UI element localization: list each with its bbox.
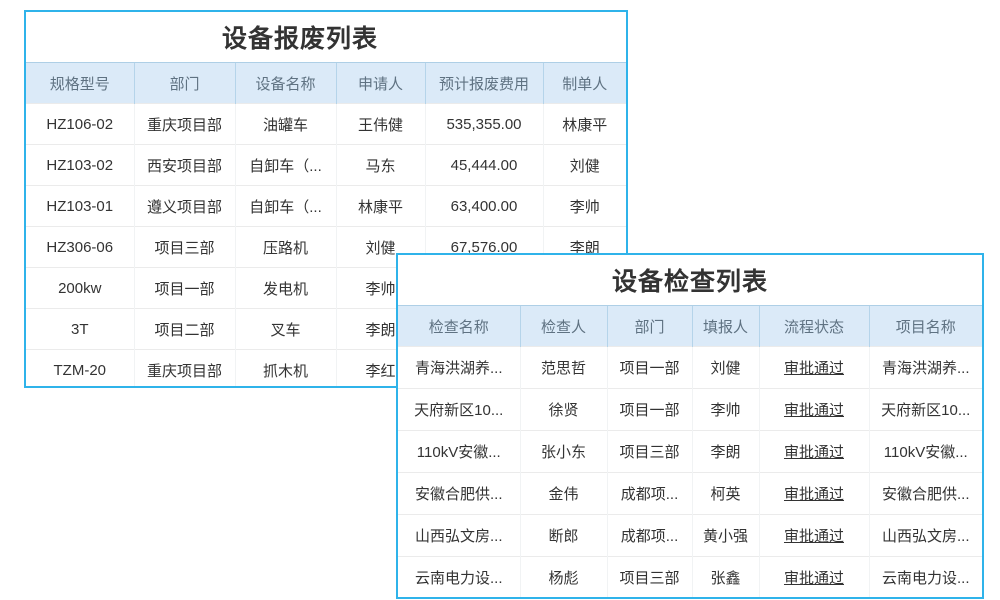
inspection-name-cell[interactable]: 110kV安徽... bbox=[398, 431, 520, 473]
inspector-cell: 范思哲 bbox=[520, 347, 607, 389]
filler-cell[interactable]: 柯英 bbox=[692, 473, 759, 515]
table-row: HZ103-01遵义项目部自卸车（...林康平63,400.00李帅 bbox=[26, 186, 626, 227]
equipment-name-cell[interactable]: 自卸车（... bbox=[235, 145, 336, 186]
inspector-cell: 张小东 bbox=[520, 431, 607, 473]
department-cell: 成都项... bbox=[607, 515, 692, 557]
spec-model-cell: 200kw bbox=[26, 268, 134, 309]
department-cell: 项目一部 bbox=[607, 389, 692, 431]
inspection-name-cell[interactable]: 青海洪湖养... bbox=[398, 347, 520, 389]
column-header-department: 部门 bbox=[134, 63, 235, 104]
inspection-table-grid: 检查名称检查人部门填报人流程状态项目名称青海洪湖养...范思哲项目一部刘健审批通… bbox=[398, 305, 982, 598]
filler-cell[interactable]: 李朗 bbox=[692, 431, 759, 473]
estimated-scrap-cost-cell: 45,444.00 bbox=[425, 145, 543, 186]
process-status-cell[interactable]: 审批通过 bbox=[759, 515, 869, 557]
filler-cell[interactable]: 张鑫 bbox=[692, 557, 759, 599]
table-row: 青海洪湖养...范思哲项目一部刘健审批通过青海洪湖养... bbox=[398, 347, 982, 389]
column-header-project-name: 项目名称 bbox=[869, 306, 982, 347]
creator-cell[interactable]: 李帅 bbox=[543, 186, 626, 227]
filler-cell[interactable]: 黄小强 bbox=[692, 515, 759, 557]
applicant-cell[interactable]: 林康平 bbox=[336, 186, 425, 227]
department-cell: 遵义项目部 bbox=[134, 186, 235, 227]
table-row: 110kV安徽...张小东项目三部李朗审批通过110kV安徽... bbox=[398, 431, 982, 473]
table-row: 山西弘文房...断郎成都项...黄小强审批通过山西弘文房... bbox=[398, 515, 982, 557]
header-row: 检查名称检查人部门填报人流程状态项目名称 bbox=[398, 306, 982, 347]
table-row: 天府新区10...徐贤项目一部李帅审批通过天府新区10... bbox=[398, 389, 982, 431]
creator-cell[interactable]: 刘健 bbox=[543, 145, 626, 186]
project-name-cell[interactable]: 青海洪湖养... bbox=[869, 347, 982, 389]
project-name-cell[interactable]: 山西弘文房... bbox=[869, 515, 982, 557]
department-cell: 项目三部 bbox=[607, 557, 692, 599]
inspector-cell: 徐贤 bbox=[520, 389, 607, 431]
column-header-estimated-scrap-cost: 预计报废费用 bbox=[425, 63, 543, 104]
spec-model-cell: HZ103-02 bbox=[26, 145, 134, 186]
process-status-cell[interactable]: 审批通过 bbox=[759, 473, 869, 515]
inspection-name-cell[interactable]: 天府新区10... bbox=[398, 389, 520, 431]
inspection-name-cell[interactable]: 安徽合肥供... bbox=[398, 473, 520, 515]
table-row: 安徽合肥供...金伟成都项...柯英审批通过安徽合肥供... bbox=[398, 473, 982, 515]
scrap-table-title: 设备报废列表 bbox=[26, 12, 626, 62]
table-row: HZ106-02重庆项目部油罐车王伟健535,355.00林康平 bbox=[26, 104, 626, 145]
column-header-department: 部门 bbox=[607, 306, 692, 347]
department-cell: 西安项目部 bbox=[134, 145, 235, 186]
department-cell: 项目二部 bbox=[134, 309, 235, 350]
inspection-table-title: 设备检查列表 bbox=[398, 255, 982, 305]
estimated-scrap-cost-cell: 535,355.00 bbox=[425, 104, 543, 145]
filler-cell[interactable]: 刘健 bbox=[692, 347, 759, 389]
column-header-inspector: 检查人 bbox=[520, 306, 607, 347]
inspection-name-cell[interactable]: 云南电力设... bbox=[398, 557, 520, 599]
equipment-name-cell[interactable]: 油罐车 bbox=[235, 104, 336, 145]
spec-model-cell: 3T bbox=[26, 309, 134, 350]
inspector-cell: 断郎 bbox=[520, 515, 607, 557]
department-cell: 重庆项目部 bbox=[134, 350, 235, 389]
inspector-cell: 金伟 bbox=[520, 473, 607, 515]
column-header-inspection-name: 检查名称 bbox=[398, 306, 520, 347]
equipment-name-cell[interactable]: 发电机 bbox=[235, 268, 336, 309]
applicant-cell[interactable]: 王伟健 bbox=[336, 104, 425, 145]
table-row: HZ103-02西安项目部自卸车（...马东45,444.00刘健 bbox=[26, 145, 626, 186]
creator-cell[interactable]: 林康平 bbox=[543, 104, 626, 145]
project-name-cell[interactable]: 天府新区10... bbox=[869, 389, 982, 431]
department-cell: 项目一部 bbox=[607, 347, 692, 389]
process-status-cell[interactable]: 审批通过 bbox=[759, 557, 869, 599]
process-status-cell[interactable]: 审批通过 bbox=[759, 431, 869, 473]
spec-model-cell: TZM-20 bbox=[26, 350, 134, 389]
inspection-name-cell[interactable]: 山西弘文房... bbox=[398, 515, 520, 557]
column-header-equipment-name: 设备名称 bbox=[235, 63, 336, 104]
department-cell: 成都项... bbox=[607, 473, 692, 515]
column-header-applicant: 申请人 bbox=[336, 63, 425, 104]
department-cell: 项目三部 bbox=[607, 431, 692, 473]
spec-model-cell: HZ103-01 bbox=[26, 186, 134, 227]
filler-cell[interactable]: 李帅 bbox=[692, 389, 759, 431]
project-name-cell[interactable]: 110kV安徽... bbox=[869, 431, 982, 473]
department-cell: 项目一部 bbox=[134, 268, 235, 309]
project-name-cell[interactable]: 云南电力设... bbox=[869, 557, 982, 599]
column-header-creator: 制单人 bbox=[543, 63, 626, 104]
column-header-process-status: 流程状态 bbox=[759, 306, 869, 347]
column-header-filler: 填报人 bbox=[692, 306, 759, 347]
equipment-name-cell[interactable]: 叉车 bbox=[235, 309, 336, 350]
spec-model-cell: HZ306-06 bbox=[26, 227, 134, 268]
department-cell: 重庆项目部 bbox=[134, 104, 235, 145]
department-cell: 项目三部 bbox=[134, 227, 235, 268]
process-status-cell[interactable]: 审批通过 bbox=[759, 389, 869, 431]
process-status-cell[interactable]: 审批通过 bbox=[759, 347, 869, 389]
estimated-scrap-cost-cell: 63,400.00 bbox=[425, 186, 543, 227]
project-name-cell[interactable]: 安徽合肥供... bbox=[869, 473, 982, 515]
inspector-cell: 杨彪 bbox=[520, 557, 607, 599]
equipment-name-cell[interactable]: 自卸车（... bbox=[235, 186, 336, 227]
equipment-name-cell[interactable]: 压路机 bbox=[235, 227, 336, 268]
equipment-inspection-card: 设备检查列表 检查名称检查人部门填报人流程状态项目名称青海洪湖养...范思哲项目… bbox=[396, 253, 984, 599]
table-row: 云南电力设...杨彪项目三部张鑫审批通过云南电力设... bbox=[398, 557, 982, 599]
equipment-name-cell[interactable]: 抓木机 bbox=[235, 350, 336, 389]
column-header-spec-model: 规格型号 bbox=[26, 63, 134, 104]
header-row: 规格型号部门设备名称申请人预计报废费用制单人 bbox=[26, 63, 626, 104]
applicant-cell[interactable]: 马东 bbox=[336, 145, 425, 186]
spec-model-cell: HZ106-02 bbox=[26, 104, 134, 145]
